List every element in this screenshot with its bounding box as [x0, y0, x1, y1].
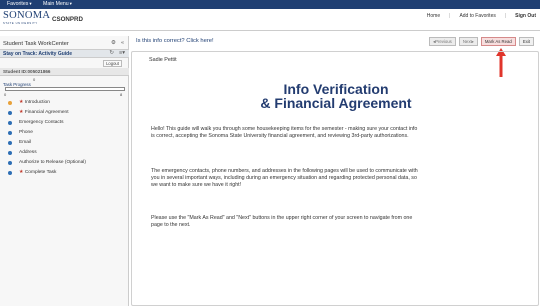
- step-item[interactable]: Phone: [8, 128, 86, 138]
- step-label: Introduction: [24, 100, 50, 105]
- favorites-menu[interactable]: Favorites▾: [7, 1, 32, 7]
- page-heading-line-2: & Financial Agreement: [260, 95, 412, 111]
- content-pane: Sadie Pettit Info Verification & Financi…: [131, 51, 539, 306]
- collapse-icon[interactable]: «: [121, 40, 124, 46]
- step-item[interactable]: Authorize to Release (Optional): [8, 158, 86, 168]
- progress-min: 0: [4, 92, 7, 97]
- previous-button[interactable]: ◂Previous: [428, 37, 456, 46]
- student-id: Student ID:005021866: [0, 68, 129, 76]
- logout-button[interactable]: Logout: [103, 60, 122, 67]
- favorites-label: Favorites: [7, 1, 29, 7]
- favorites-bar: Favorites▾ Main Menu▾: [0, 0, 540, 9]
- main-menu-label: Main Menu: [43, 1, 69, 7]
- panel-title: Student Task WorkCenter: [3, 41, 69, 47]
- chevron-down-icon: ▾: [69, 1, 72, 6]
- refresh-icon[interactable]: ↻: [109, 50, 114, 56]
- menu-icon[interactable]: ≡▾: [119, 50, 125, 56]
- step-label: Address: [19, 150, 37, 155]
- exit-button[interactable]: Exit: [518, 37, 534, 46]
- panel-icons: ⚙ «: [106, 40, 124, 46]
- step-status-icon: [8, 131, 12, 135]
- step-label: Financial Agreement: [24, 110, 69, 115]
- step-status-icon: [8, 111, 12, 115]
- step-status-icon: [8, 141, 12, 145]
- step-item[interactable]: Email: [8, 138, 86, 148]
- intro-paragraph: Hello! This guide will walk you through …: [151, 126, 418, 139]
- next-button[interactable]: Next▸: [458, 37, 478, 46]
- step-label: Complete Task: [24, 170, 57, 175]
- database-name: CSONPRD: [52, 16, 83, 23]
- step-item[interactable]: ★ Financial Agreement: [8, 108, 86, 118]
- step-status-icon: [8, 151, 12, 155]
- step-item[interactable]: Emergency Contacts: [8, 118, 86, 128]
- student-name: Sadie Pettit: [149, 57, 177, 63]
- required-icon: ★: [19, 110, 24, 115]
- app-header: SONOMA STATE UNIVERSITY CSONPRD Home | Add…: [0, 9, 540, 31]
- chevron-down-icon: ▾: [29, 1, 32, 6]
- step-item[interactable]: ★ Complete Task: [8, 168, 86, 178]
- activity-guide-title: Stay on Track: Activity Guide: [3, 51, 73, 57]
- step-label: Email: [19, 140, 31, 145]
- step-label: Authorize to Release (Optional): [19, 160, 86, 165]
- step-label: Emergency Contacts: [19, 120, 64, 125]
- add-to-favorites-link[interactable]: Add to Favorites: [459, 13, 495, 19]
- home-link[interactable]: Home: [427, 13, 440, 19]
- mark-as-read-button[interactable]: Mark As Read: [480, 37, 516, 46]
- link-divider: |: [449, 13, 451, 19]
- main-menu[interactable]: Main Menu▾: [43, 1, 72, 7]
- required-icon: ★: [19, 170, 24, 175]
- step-status-icon: [8, 161, 12, 165]
- required-icon: ★: [19, 100, 24, 105]
- sonoma-logo: SONOMA STATE UNIVERSITY: [3, 10, 51, 29]
- step-status-icon: [8, 121, 12, 125]
- sign-out-link[interactable]: Sign Out: [515, 13, 536, 19]
- step-item[interactable]: ★ Introduction: [8, 98, 86, 108]
- step-item[interactable]: Address: [8, 148, 86, 158]
- contacts-paragraph: The emergency contacts, phone numbers, a…: [151, 168, 418, 188]
- progress-bar: [5, 87, 125, 91]
- activity-guide-header: Stay on Track: Activity Guide ↻ ≡▾: [0, 49, 129, 58]
- step-status-icon: [8, 101, 12, 105]
- activity-steps-list: ★ Introduction ★ Financial Agreement Emergen…: [8, 98, 86, 178]
- gear-icon[interactable]: ⚙: [111, 40, 116, 46]
- progress-max: 8: [120, 92, 123, 97]
- logo-subtitle: STATE UNIVERSITY: [3, 22, 38, 25]
- navigation-paragraph: Please use the "Mark As Read" and "Next"…: [151, 215, 413, 228]
- logo-wordmark: SONOMA: [3, 10, 51, 21]
- step-label: Phone: [19, 130, 33, 135]
- progress-value: 0: [33, 77, 36, 82]
- activity-guide-controls: ↻ ≡▾: [104, 50, 125, 56]
- left-panel: Student Task WorkCenter ⚙ « Stay on Track…: [0, 36, 129, 306]
- step-status-icon: [8, 171, 12, 175]
- info-correct-link[interactable]: Is this info correct? Click here!: [136, 38, 214, 44]
- main-content: Is this info correct? Click here! ◂Previ…: [130, 36, 540, 306]
- link-divider: |: [504, 13, 507, 19]
- header-links: Home | Add to Favorites | Sign Out: [418, 13, 536, 19]
